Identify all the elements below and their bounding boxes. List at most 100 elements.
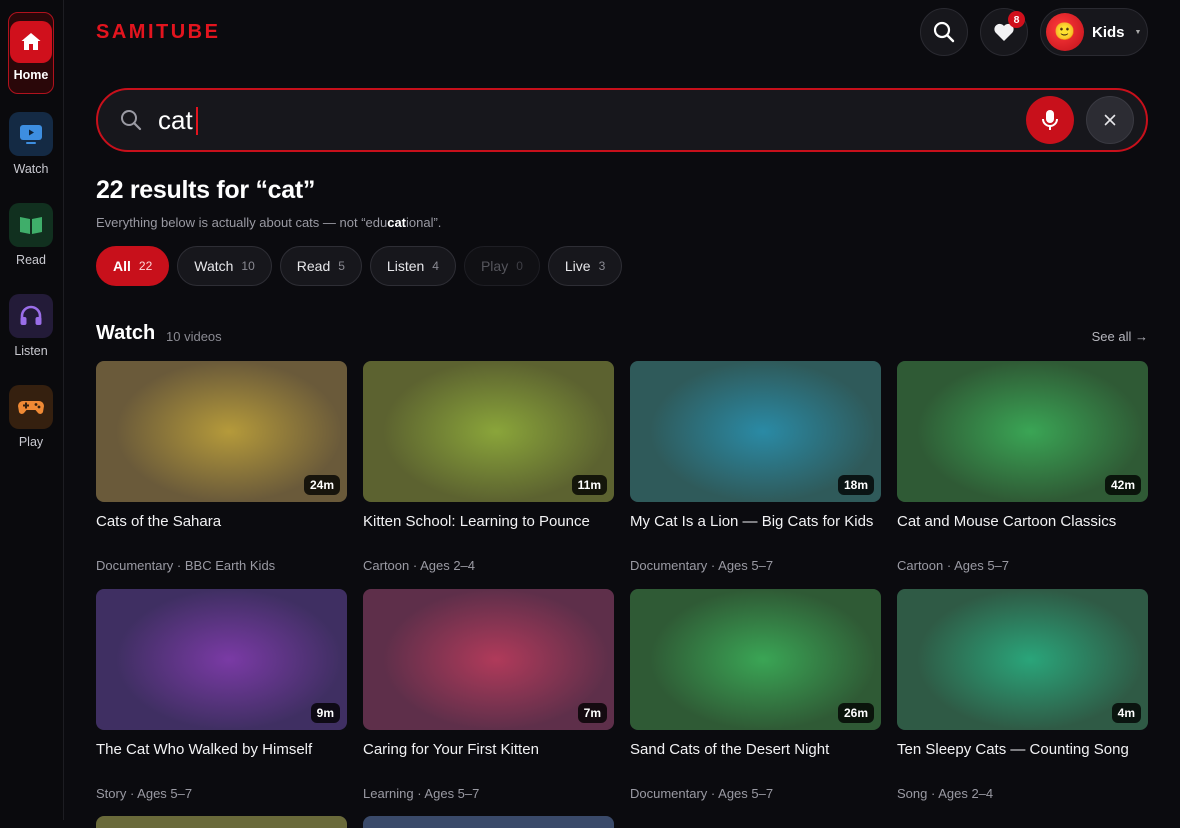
read-tile bbox=[9, 203, 53, 247]
video-title: Caring for Your First Kitten bbox=[363, 741, 539, 758]
filter-chip-watch[interactable]: Watch 10 bbox=[177, 246, 272, 286]
chip-count: 22 bbox=[138, 259, 153, 273]
chip-label: Live bbox=[564, 258, 591, 274]
video-card[interactable]: 42m Cat and Mouse Cartoon Classics Carto… bbox=[897, 361, 1148, 573]
filter-chip-read[interactable]: Read 5 bbox=[279, 246, 362, 286]
duration-badge: 42m bbox=[1104, 475, 1141, 495]
video-meta: Song · Ages 2–4 bbox=[897, 786, 994, 801]
chip-label: Listen bbox=[386, 258, 425, 274]
home-icon bbox=[21, 33, 41, 50]
header-search-button[interactable] bbox=[920, 8, 968, 56]
video-meta: Cartoon · Ages 5–7 bbox=[897, 558, 1010, 573]
video-card[interactable]: 4m Ten Sleepy Cats — Counting Song Song … bbox=[897, 589, 1148, 801]
smiley-icon: 🙂 bbox=[1054, 22, 1076, 41]
sidebar-item-home[interactable]: Home bbox=[8, 12, 54, 94]
favorites-button[interactable]: 8 bbox=[980, 8, 1028, 56]
microphone-icon bbox=[1042, 110, 1058, 130]
video-thumbnail: 7m bbox=[363, 589, 614, 730]
video-thumbnail: 11m bbox=[363, 361, 614, 502]
chip-label: Watch bbox=[194, 258, 234, 274]
chip-count: 5 bbox=[338, 259, 345, 273]
chip-label: Read bbox=[296, 258, 331, 274]
section-count: 10 videos bbox=[166, 329, 222, 344]
video-meta: Learning · Ages 5–7 bbox=[363, 786, 480, 801]
tv-icon bbox=[20, 125, 42, 144]
video-card[interactable]: 18m My Cat Is a Lion — Big Cats for Kids… bbox=[630, 361, 881, 573]
video-thumbnail-partial[interactable] bbox=[363, 816, 614, 828]
profile-name: Kids bbox=[1092, 23, 1125, 41]
search-icon bbox=[121, 110, 142, 131]
sidebar-item-label: Play bbox=[18, 435, 44, 449]
filter-chip-live[interactable]: Live 3 bbox=[547, 246, 623, 286]
listen-tile bbox=[9, 294, 53, 338]
video-thumbnail: 24m bbox=[96, 361, 347, 502]
gamepad-icon bbox=[18, 401, 44, 414]
video-title: Sand Cats of the Desert Night bbox=[630, 741, 830, 758]
sidebar-item-label: Home bbox=[13, 68, 49, 82]
chevron-down-icon: ▼ bbox=[1134, 28, 1142, 36]
duration-badge: 24m bbox=[303, 475, 340, 495]
section-title: Watch bbox=[96, 322, 156, 344]
chip-label: All bbox=[113, 258, 131, 274]
video-thumbnail: 9m bbox=[96, 589, 347, 730]
see-all-link[interactable]: See all → bbox=[1092, 329, 1148, 344]
video-card[interactable]: 11m Kitten School: Learning to Pounce Ca… bbox=[363, 361, 614, 573]
video-title: Kitten School: Learning to Pounce bbox=[363, 513, 590, 530]
app-logo[interactable]: SAMITUBE bbox=[96, 21, 220, 44]
video-thumbnail-partial[interactable] bbox=[96, 816, 347, 828]
play-tile bbox=[9, 385, 53, 429]
sidebar-item-watch[interactable]: Watch bbox=[8, 112, 54, 176]
profile-switcher[interactable]: 🙂 Kids ▼ bbox=[1040, 8, 1148, 56]
search-bar bbox=[96, 88, 1148, 152]
text-caret bbox=[196, 107, 198, 135]
chip-count: 4 bbox=[432, 259, 439, 273]
results-subtitle-highlight: cat bbox=[387, 215, 407, 230]
video-card[interactable]: 9m The Cat Who Walked by Himself Story ·… bbox=[96, 589, 347, 801]
results-title: 22 results for “cat” bbox=[96, 176, 316, 204]
chip-count: 10 bbox=[241, 259, 255, 273]
avatar: 🙂 bbox=[1046, 13, 1084, 51]
chip-count: 3 bbox=[598, 259, 606, 273]
video-meta: Cartoon · Ages 2–4 bbox=[363, 558, 476, 573]
video-meta: Documentary · Ages 5–7 bbox=[630, 786, 774, 801]
sidebar-item-play[interactable]: Play bbox=[8, 385, 54, 449]
duration-badge: 18m bbox=[837, 475, 874, 495]
video-card[interactable]: 26m Sand Cats of the Desert Night Docume… bbox=[630, 589, 881, 801]
video-title: The Cat Who Walked by Himself bbox=[96, 741, 313, 758]
video-thumbnail: 4m bbox=[897, 589, 1148, 730]
headphones-icon bbox=[20, 305, 42, 325]
voice-search-button[interactable] bbox=[1026, 96, 1074, 144]
watch-tile bbox=[9, 112, 53, 156]
home-tile bbox=[10, 21, 52, 63]
sidebar-item-read[interactable]: Read bbox=[8, 203, 54, 267]
clear-search-button[interactable] bbox=[1086, 96, 1134, 144]
search-input[interactable] bbox=[158, 102, 978, 138]
results-subtitle-start: Everything below is actually about cats … bbox=[96, 215, 388, 230]
close-icon bbox=[1104, 114, 1116, 126]
duration-badge: 26m bbox=[837, 703, 874, 723]
sidebar-item-label: Read bbox=[16, 253, 46, 267]
sidebar-item-listen[interactable]: Listen bbox=[8, 294, 54, 358]
duration-badge: 7m bbox=[577, 703, 607, 723]
chip-label: Play bbox=[480, 258, 509, 274]
video-meta: Documentary · Ages 5–7 bbox=[630, 558, 774, 573]
video-title: Cat and Mouse Cartoon Classics bbox=[897, 513, 1117, 530]
sidebar: Home Watch Read Listen Play bbox=[0, 0, 64, 820]
results-subtitle: Everything below is actually about cats … bbox=[96, 215, 441, 230]
video-thumbnail: 18m bbox=[630, 361, 881, 502]
duration-badge: 9m bbox=[310, 703, 340, 723]
sidebar-item-label: Watch bbox=[13, 162, 49, 176]
video-card[interactable]: 7m Caring for Your First Kitten Learning… bbox=[363, 589, 614, 801]
sidebar-item-label: Listen bbox=[14, 344, 48, 358]
favorites-count-badge: 8 bbox=[1008, 11, 1025, 28]
filter-chip-listen[interactable]: Listen 4 bbox=[369, 246, 456, 286]
video-card[interactable]: 24m Cats of the Sahara Documentary · BBC… bbox=[96, 361, 347, 573]
chip-count: 0 bbox=[516, 259, 523, 273]
video-title: My Cat Is a Lion — Big Cats for Kids bbox=[630, 513, 874, 530]
video-title: Ten Sleepy Cats — Counting Song bbox=[897, 741, 1129, 758]
filter-chip-all[interactable]: All 22 bbox=[96, 246, 170, 286]
results-subtitle-end: ional”. bbox=[406, 215, 442, 230]
video-thumbnail: 26m bbox=[630, 589, 881, 730]
video-title: Cats of the Sahara bbox=[96, 513, 222, 530]
search-icon bbox=[933, 21, 955, 43]
